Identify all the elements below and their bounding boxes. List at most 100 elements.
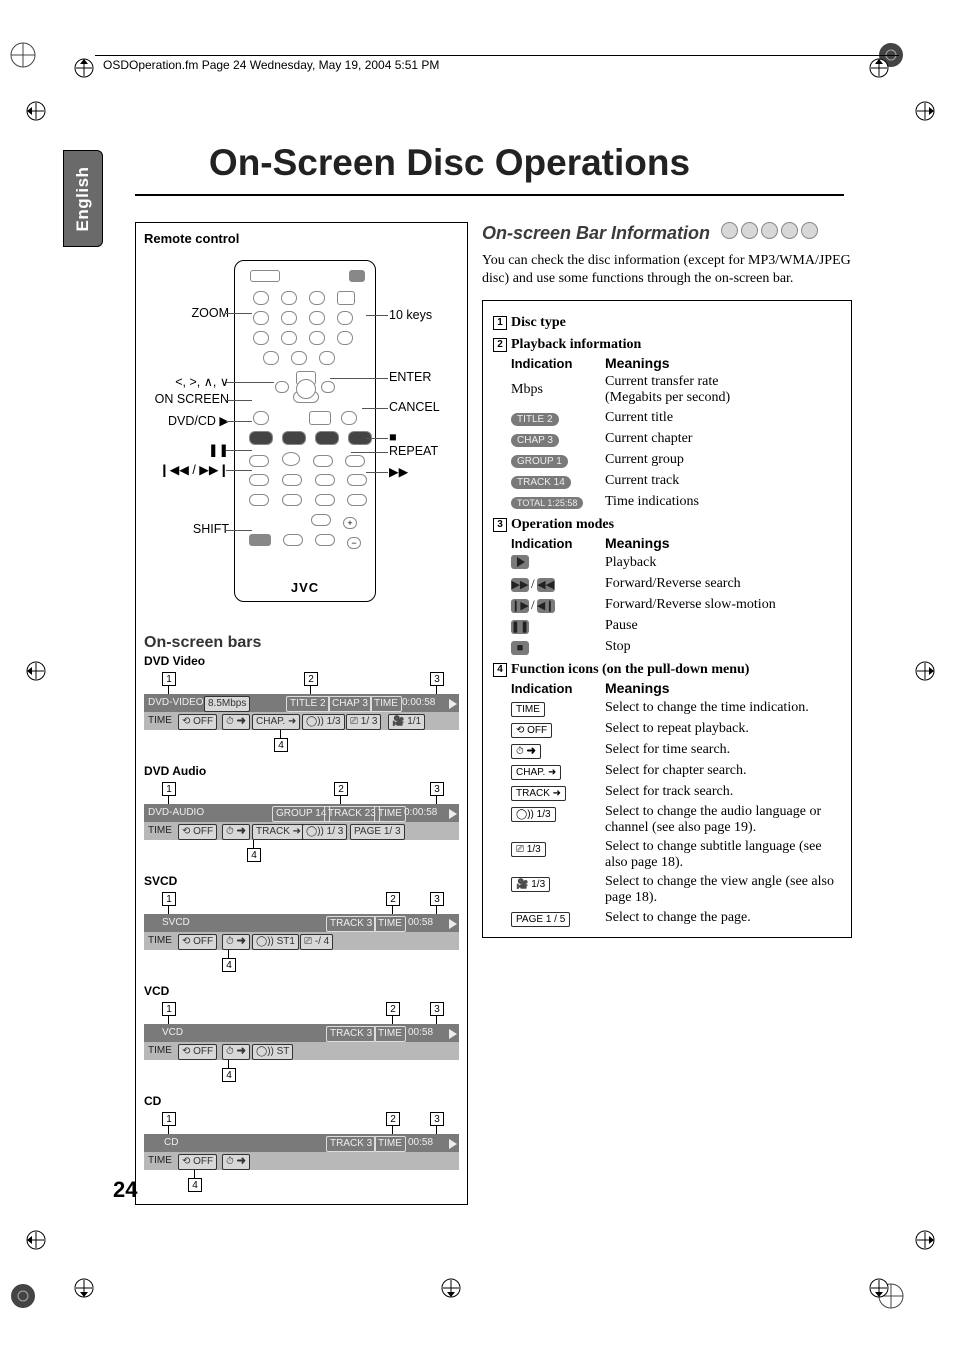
mean-total: Time indications	[605, 494, 841, 510]
time-val: 0:00:58	[402, 696, 435, 710]
num-1: 1	[162, 672, 176, 686]
rwd-icon: ◀◀	[537, 578, 555, 592]
bar-bottom: TIME ⟲ OFF ⏱ ➜ ◯)) ST1 ⎚ -/ 4	[144, 932, 459, 950]
mean-chap: Current chapter	[605, 431, 841, 447]
mean-time: Select to change the time indication.	[605, 700, 841, 716]
mean-csearch: Select for chapter search.	[605, 763, 841, 779]
page-title: On-Screen Disc Operations	[0, 142, 899, 184]
time: TIME	[148, 714, 172, 728]
ind-audio: ◯)) 1/3	[511, 807, 556, 822]
bar-dvdaudio: DVD Audio 1 2 3 DVD-AUDIO GROUP 14 TRACK…	[144, 764, 459, 864]
ffwd-icon: ▶▶	[511, 578, 529, 592]
chap-ind: CHAP 3	[328, 696, 372, 712]
ind-mbps: Mbps	[511, 382, 599, 398]
ind-group: GROUP 1	[511, 455, 568, 468]
cap-prevnext: ❙◀◀ / ▶▶❙	[159, 462, 229, 477]
cap-ff: ▶▶	[389, 464, 408, 479]
ind-time: TIME	[511, 702, 545, 717]
sec-1: 1Disc type	[493, 315, 841, 331]
info-table: 1Disc type 2Playback information Indicat…	[482, 300, 852, 938]
cap-10keys: 10 keys	[389, 308, 432, 322]
bar-title: DVD Video	[144, 654, 459, 668]
bar-top: DVD-VIDEO 8.5Mbps TITLE 2 CHAP 3 TIME 0:…	[144, 694, 459, 712]
ind-total: TOTAL 1:25:58	[511, 497, 583, 509]
mean-play: Playback	[605, 555, 841, 571]
bar-top: DVD-AUDIO GROUP 14 TRACK 23 TIME 0:00:58	[144, 804, 459, 822]
bar-svcd: SVCD 1 2 3 SVCD TRACK 3 TIME 00:58 TIME …	[144, 874, 459, 974]
mean-mbps: Current transfer rate(Megabits per secon…	[605, 374, 841, 406]
cap-dvdcd: DVD/CD ▶	[168, 413, 229, 428]
ind-chap: CHAP 3	[511, 434, 559, 447]
mean-angle: Select to change the view angle (see als…	[605, 874, 841, 906]
mbps: 8.5Mbps	[204, 696, 250, 712]
bar-dvdvideo: DVD Video 1 2 3 DVD-VIDEO 8.5Mbps TITLE …	[144, 654, 459, 754]
bar-bottom: TIME ⟲ OFF ⏱ ➜	[144, 1152, 459, 1170]
audio: ◯)) 1/3	[302, 714, 345, 730]
col-indication: Indication	[511, 356, 599, 371]
osb-title: On-screen bars	[144, 634, 459, 652]
play-icon	[447, 1138, 457, 1152]
play-icon	[447, 1028, 457, 1042]
num-3: 3	[430, 672, 444, 686]
num-2: 2	[304, 672, 318, 686]
document-page: { "header": "OSDOperation.fm Page 24 Wed…	[0, 0, 954, 1351]
mean-repeat: Select to repeat playback.	[605, 721, 841, 737]
crop-arrow-icon	[868, 1277, 890, 1299]
remote-diagram: + − JVC ZOOM <, >, ∧, ∨ ON SCREEN DVD/CD…	[144, 252, 459, 622]
sec-4: 4Function icons (on the pull-down menu)	[493, 662, 841, 678]
cap-cancel: CANCEL	[389, 400, 440, 414]
num-4: 4	[274, 738, 288, 752]
title-underline	[135, 194, 844, 196]
time-label: TIME	[370, 696, 402, 712]
mean-trksearch: Select for track search.	[605, 784, 841, 800]
mean-audio: Select to change the audio language or c…	[605, 804, 841, 836]
crop-arrow-icon	[440, 1277, 462, 1299]
play-icon	[511, 555, 529, 569]
slowf-icon: ❙▶	[511, 599, 529, 613]
cap-repeat: REPEAT	[389, 444, 438, 458]
angle: 🎥 1/1	[388, 714, 425, 730]
remote-title: Remote control	[144, 231, 459, 246]
cap-onscreen: ON SCREEN	[155, 392, 229, 406]
mean-slow: Forward/Reverse slow-motion	[605, 597, 841, 613]
mean-sub: Select to change subtitle language (see …	[605, 839, 841, 871]
remote-body: + − JVC	[234, 260, 376, 602]
cap-stop: ■	[389, 430, 397, 444]
bar-top: VCD TRACK 3 TIME 00:58	[144, 1024, 459, 1042]
crop-arrow-icon	[868, 57, 890, 79]
bar-title: CD	[144, 1094, 459, 1108]
bar-title: VCD	[144, 984, 459, 998]
ind-angle: 🎥 1/3	[511, 877, 550, 892]
crop-arrow-icon	[914, 1229, 936, 1251]
reg-mark-icon	[8, 1281, 38, 1311]
mean-page: Select to change the page.	[605, 910, 841, 926]
mean-pause: Pause	[605, 618, 841, 634]
right-heading: On-screen Bar Information	[482, 223, 710, 244]
ind-tsearch: ⏱ ➜	[511, 744, 541, 759]
reg-mark-icon	[8, 40, 38, 70]
mean-track: Current track	[605, 473, 841, 489]
title-ind: TITLE 2	[286, 696, 330, 712]
bar-title: DVD Audio	[144, 764, 459, 778]
crop-arrow-icon	[73, 1277, 95, 1299]
play-icon	[447, 698, 457, 712]
bar-top: CD TRACK 3 TIME 00:58	[144, 1134, 459, 1152]
cap-zoom: ZOOM	[192, 306, 230, 320]
cap-arrows: <, >, ∧, ∨	[175, 374, 229, 389]
stop-icon: ■	[511, 641, 529, 655]
slowr-icon: ◀❙	[537, 599, 555, 613]
ind-repeat: ⟲ OFF	[511, 723, 552, 738]
mean-tsearch: Select for time search.	[605, 742, 841, 758]
ind-trksearch: TRACK ➜	[511, 786, 566, 801]
disc-type: DVD-VIDEO	[148, 696, 204, 710]
cap-enter: ENTER	[389, 370, 431, 384]
bar-title: SVCD	[144, 874, 459, 888]
brand-logo: JVC	[291, 580, 319, 595]
page-number: 24	[113, 1177, 137, 1203]
bar-bottom: TIME ⟲ OFF ⏱ ➜ ◯)) ST	[144, 1042, 459, 1060]
ind-track: TRACK 14	[511, 476, 571, 489]
sec-3: 3Operation modes	[493, 517, 841, 533]
crop-arrow-icon	[914, 660, 936, 682]
repeat: ⟲ OFF	[178, 714, 217, 730]
bar-bottom: TIME ⟲ OFF ⏱ ➜ CHAP. ➜ ◯)) 1/3 ⎚ 1/ 3 🎥 …	[144, 712, 459, 730]
